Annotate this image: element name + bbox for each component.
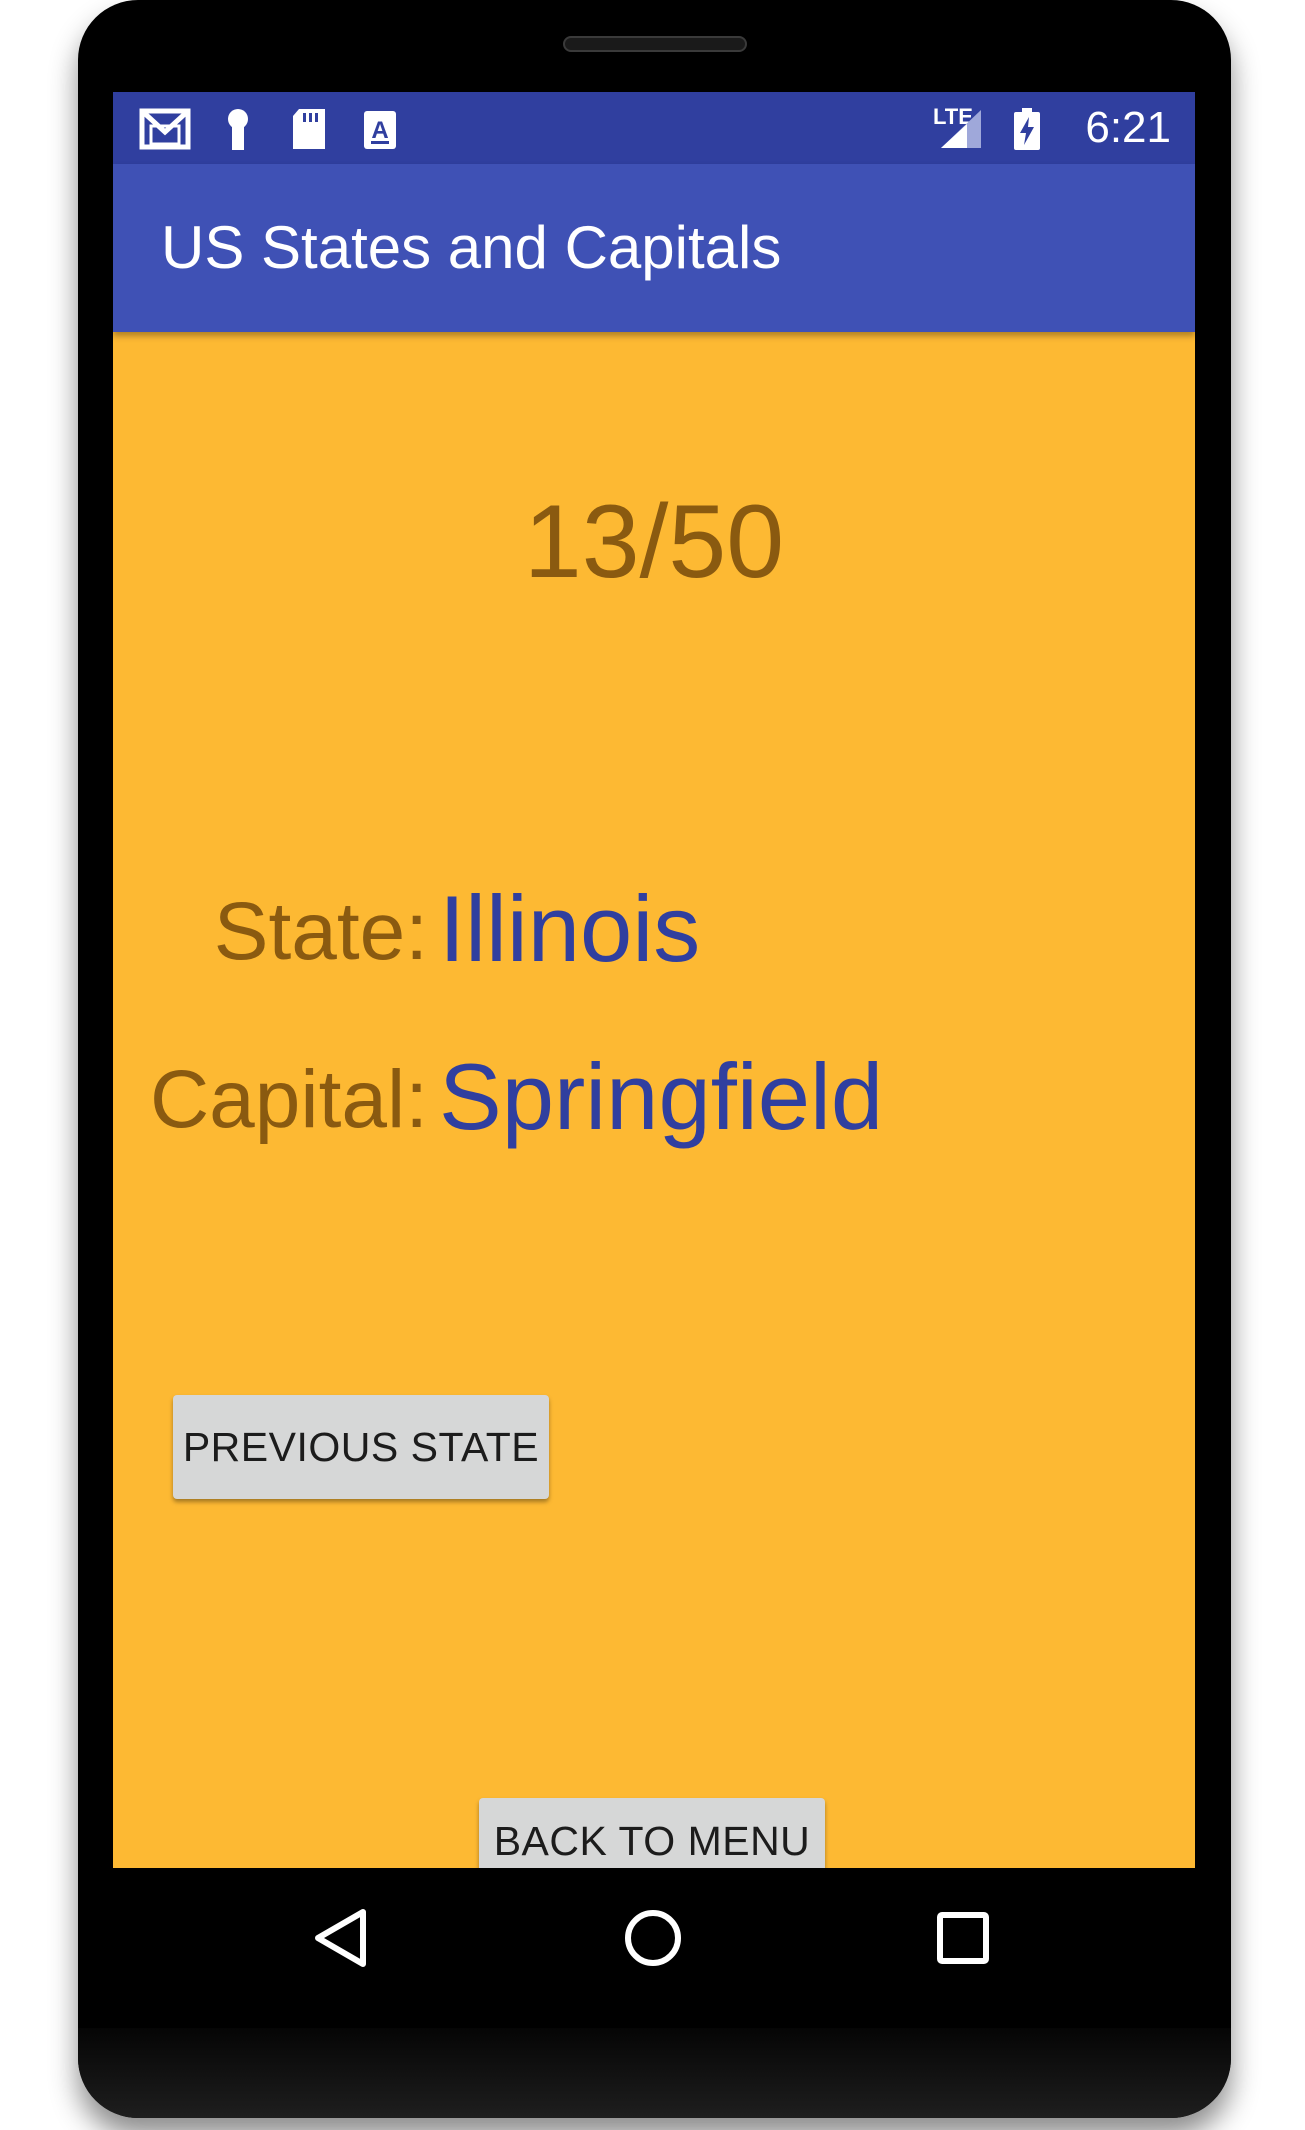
- sd-card-icon: [293, 109, 325, 149]
- home-icon[interactable]: [605, 1890, 701, 1986]
- status-time: 6:21: [1085, 103, 1171, 152]
- gmail-icon: [139, 108, 191, 150]
- nav-bar: [113, 1868, 1195, 2008]
- back-to-menu-button[interactable]: BACK TO MENU: [479, 1798, 825, 1868]
- svg-text:A: A: [371, 117, 388, 144]
- cell-signal-icon: [941, 110, 981, 148]
- screen: A LTE 6:21 US States and Capitals 13/50 …: [113, 92, 1195, 1868]
- phone-frame: A LTE 6:21 US States and Capitals 13/50 …: [78, 0, 1231, 2118]
- back-icon[interactable]: [293, 1890, 389, 1986]
- status-bar: A LTE 6:21: [113, 92, 1195, 164]
- progress-counter: 13/50: [523, 484, 785, 600]
- capital-label: Capital:: [149, 1054, 428, 1145]
- app-title: US States and Capitals: [161, 214, 782, 281]
- battery-charging-icon: [1014, 108, 1040, 150]
- previous-state-button[interactable]: PREVIOUS STATE: [173, 1395, 549, 1499]
- state-label: State:: [213, 886, 428, 977]
- capital-value: Springfield: [439, 1044, 884, 1149]
- app-bar: US States and Capitals: [113, 164, 1195, 332]
- keyhole-icon: [228, 109, 248, 150]
- main-content: 13/50 State: Illinois Capital: Springfie…: [113, 332, 1195, 1868]
- recents-icon[interactable]: [915, 1890, 1011, 1986]
- keyboard-a-icon: A: [364, 111, 396, 149]
- state-value: Illinois: [439, 876, 701, 981]
- earpiece-speaker: [563, 36, 747, 52]
